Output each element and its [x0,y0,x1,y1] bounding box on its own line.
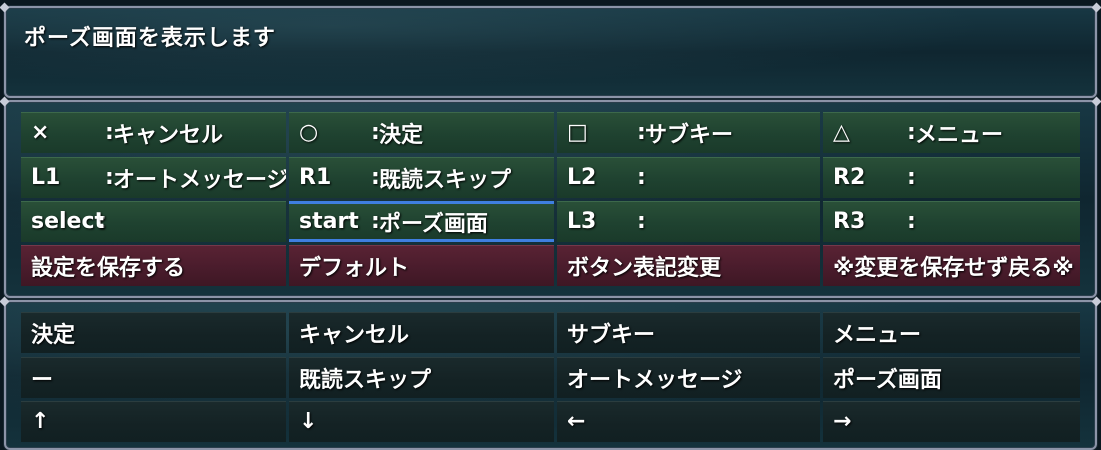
function-item-menu[interactable]: メニュー [823,312,1080,353]
separator: : [637,165,646,190]
pause-message: ポーズ画面を表示します [24,26,276,51]
arrow-right-icon: → [833,409,852,434]
r3-key-label: R3 [833,209,866,234]
r1-key-label: R1 [299,165,332,190]
function-label: キャンセル [299,322,410,348]
key-action: ポーズ画面 [379,211,488,237]
function-item-subkey[interactable]: サブキー [557,312,820,353]
function-item-pause-screen[interactable]: ポーズ画面 [823,357,1080,398]
start-key-label: start [299,209,359,234]
function-label: 既読スキップ [299,367,432,393]
function-item-cancel[interactable]: キャンセル [289,312,554,353]
return-without-saving-label: ※変更を保存せず戻る※ [833,255,1074,281]
function-list-panel: 決定 キャンセル サブキー メニュー ー 既読スキップ オートメッセージ ポーズ… [4,300,1097,450]
key-cell-select[interactable]: select : [21,201,286,242]
key-cell-l3[interactable]: L3 : [557,201,820,242]
function-item-left[interactable]: ← [557,401,820,442]
key-config-panel: × : キャンセル ○ : 決定 □ : サブキー △ : メニュー L1 : … [4,100,1097,298]
key-action: サブキー [645,122,734,148]
key-cell-cross[interactable]: × : キャンセル [21,112,286,153]
separator: : [637,209,646,234]
key-cell-triangle[interactable]: △ : メニュー [823,112,1080,153]
key-cell-r3[interactable]: R3 : [823,201,1080,242]
key-action: キャンセル [113,122,224,148]
key-cell-r2[interactable]: R2 : [823,157,1080,198]
return-without-saving-button[interactable]: ※変更を保存せず戻る※ [823,245,1080,286]
function-label: 決定 [31,322,76,348]
key-action: オートメッセージ [113,167,286,193]
key-cell-l1[interactable]: L1 : オートメッセージ [21,157,286,198]
select-key-label: select [31,209,106,234]
circle-key-label: ○ [299,120,319,145]
arrow-up-icon: ↑ [31,409,50,434]
function-label: ー [31,367,54,393]
key-action: 決定 [379,122,424,148]
arrow-down-icon: ↓ [299,409,318,434]
function-label: メニュー [833,322,922,348]
separator: : [907,209,916,234]
r2-key-label: R2 [833,165,866,190]
square-key-label: □ [567,120,588,145]
separator: : [907,165,916,190]
save-settings-label: 設定を保存する [31,255,186,281]
l1-key-label: L1 [31,165,61,190]
function-item-none[interactable]: ー [21,357,286,398]
key-action: 既読スキップ [379,167,512,193]
message-panel: ポーズ画面を表示します [4,6,1097,98]
key-action: メニュー [915,122,1004,148]
l2-key-label: L2 [567,165,597,190]
key-cell-circle[interactable]: ○ : 決定 [289,112,554,153]
function-item-down[interactable]: ↓ [289,401,554,442]
function-item-skip-read[interactable]: 既読スキップ [289,357,554,398]
key-cell-r1[interactable]: R1 : 既読スキップ [289,157,554,198]
default-button[interactable]: デフォルト [289,245,554,286]
save-settings-button[interactable]: 設定を保存する [21,245,286,286]
function-label: オートメッセージ [567,367,743,393]
cross-key-label: × [31,120,50,145]
change-button-notation-button[interactable]: ボタン表記変更 [557,245,820,286]
arrow-left-icon: ← [567,409,586,434]
key-cell-l2[interactable]: L2 : [557,157,820,198]
function-item-decide[interactable]: 決定 [21,312,286,353]
function-item-up[interactable]: ↑ [21,401,286,442]
key-cell-start[interactable]: start : ポーズ画面 [289,201,554,242]
default-label: デフォルト [299,255,410,281]
function-label: サブキー [567,322,656,348]
function-item-auto-message[interactable]: オートメッセージ [557,357,820,398]
l3-key-label: L3 [567,209,597,234]
function-label: ポーズ画面 [833,367,942,393]
function-item-right[interactable]: → [823,401,1080,442]
change-button-notation-label: ボタン表記変更 [567,255,722,281]
key-cell-square[interactable]: □ : サブキー [557,112,820,153]
triangle-key-label: △ [833,120,850,145]
separator: : [97,209,106,234]
